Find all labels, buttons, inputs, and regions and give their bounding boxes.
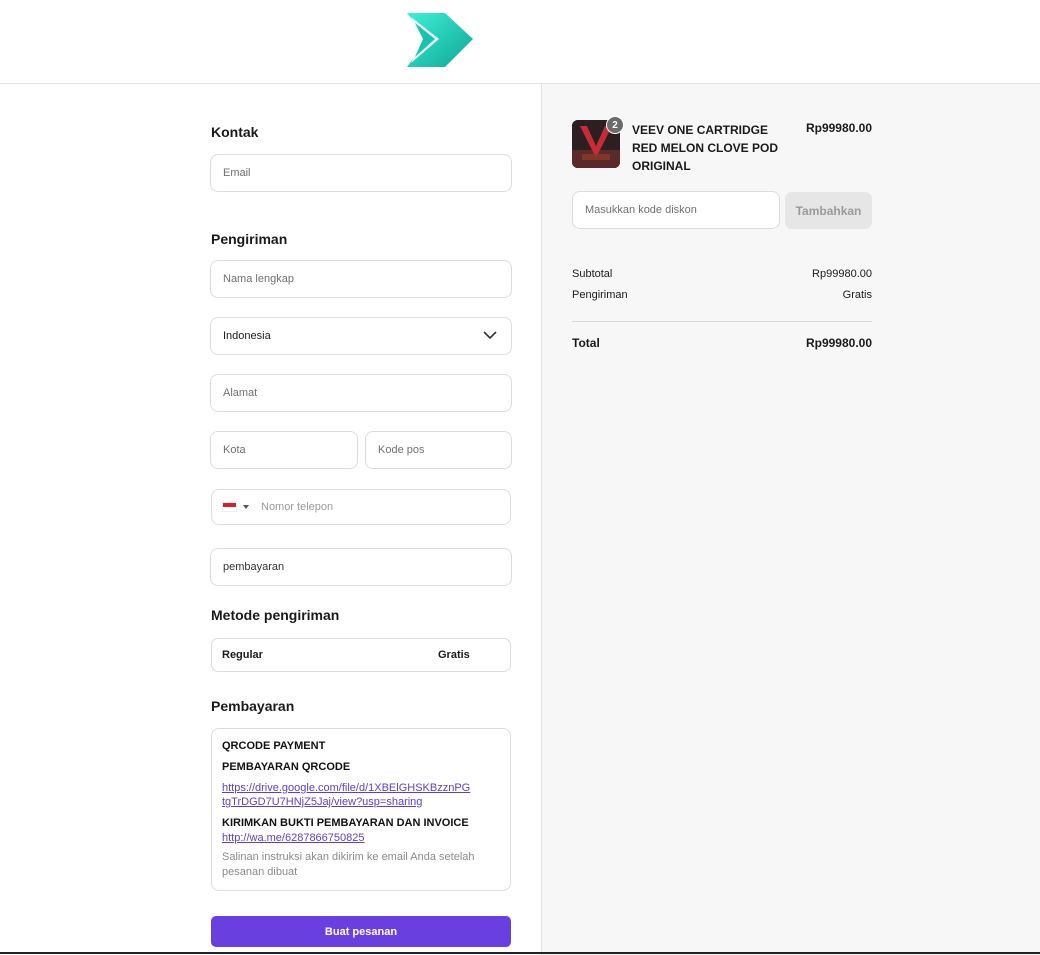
shipping-method-price: Gratis (438, 649, 470, 661)
email-placeholder: Email (223, 167, 251, 179)
phone-field[interactable]: Nomor telepon (211, 489, 511, 525)
discount-code-field[interactable]: Masukkan kode diskon (572, 191, 780, 229)
shipping-heading: Pengiriman (211, 231, 288, 247)
send-proof-instruction: KIRIMKAN BUKTI PEMBAYARAN DAN INVOICE (222, 817, 469, 829)
contact-heading: Kontak (211, 124, 259, 140)
caret-down-icon[interactable] (243, 505, 249, 509)
indonesia-flag-icon[interactable] (222, 502, 237, 512)
full-name-field[interactable]: Nama lengkap (210, 260, 512, 298)
payment-subtitle: PEMBAYARAN QRCODE (222, 761, 351, 773)
country-select[interactable]: Indonesia (210, 317, 512, 355)
apply-discount-button[interactable]: Tambahkan (785, 192, 872, 229)
subtotal-label: Subtotal (572, 268, 613, 280)
shipping-cost-label: Pengiriman (572, 289, 628, 301)
total-label: Total (572, 336, 600, 350)
subtotal-row: Subtotal Rp99980.00 (572, 268, 872, 280)
city-field[interactable]: Kota (210, 431, 358, 469)
address-placeholder: Alamat (223, 387, 258, 399)
bottom-border (0, 952, 1040, 954)
phone-placeholder: Nomor telepon (261, 501, 334, 513)
postal-code-placeholder: Kode pos (378, 444, 425, 456)
city-placeholder: Kota (223, 444, 246, 456)
shipping-method-name: Regular (222, 649, 263, 661)
shipping-cost-row: Pengiriman Gratis (572, 289, 872, 301)
chevron-down-icon (483, 331, 497, 340)
country-value: Indonesia (223, 330, 271, 342)
payment-method-title: QRCODE PAYMENT (222, 740, 326, 752)
payment-instructions: QRCODE PAYMENT PEMBAYARAN QRCODE https:/… (211, 728, 511, 891)
total-row: Total Rp99980.00 (572, 336, 872, 350)
email-field[interactable]: Email (210, 154, 512, 192)
discount-code-placeholder: Masukkan kode diskon (585, 204, 697, 216)
whatsapp-link[interactable]: http://wa.me/6287866750825 (222, 831, 500, 845)
product-price: Rp99980.00 (805, 121, 872, 135)
address-field[interactable]: Alamat (210, 374, 512, 412)
brand-logo[interactable] (407, 13, 473, 67)
total-value: Rp99980.00 (805, 336, 872, 350)
full-name-placeholder: Nama lengkap (223, 273, 294, 285)
place-order-button[interactable]: Buat pesanan (211, 916, 511, 947)
postal-code-field[interactable]: Kode pos (365, 431, 512, 469)
quantity-badge: 2 (606, 116, 624, 134)
shipping-cost-value: Gratis (842, 289, 872, 301)
summary-divider (572, 321, 872, 322)
shipping-method-option[interactable]: Regular Gratis (211, 638, 511, 672)
payment-heading: Pembayaran (211, 698, 295, 714)
subtotal-value: Rp99980.00 (812, 268, 872, 280)
qrcode-link[interactable]: https://drive.google.com/file/d/1XBElGHS… (222, 781, 472, 809)
payment-note-field[interactable]: pembayaran (210, 548, 512, 586)
shipping-method-heading: Metode pengiriman (211, 607, 340, 623)
email-copy-note: Salinan instruksi akan dikirim ke email … (222, 851, 475, 878)
header (0, 0, 1040, 84)
product-name: VEEV ONE CARTRIDGE RED MELON CLOVE POD O… (632, 123, 779, 173)
payment-note-value: pembayaran (223, 561, 285, 573)
